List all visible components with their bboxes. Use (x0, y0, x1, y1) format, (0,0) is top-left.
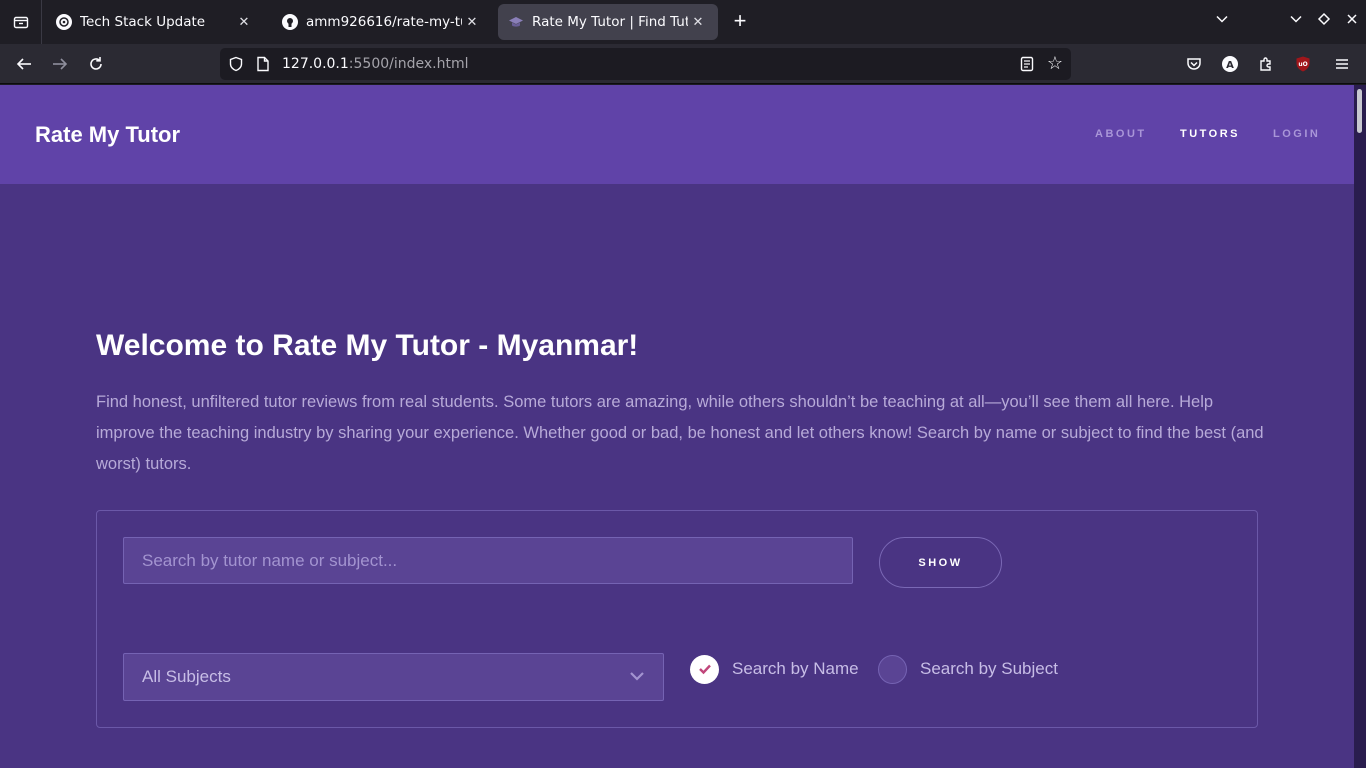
tab-title: amm926616/rate-my-tutor (306, 14, 462, 30)
close-icon[interactable]: ✕ (462, 15, 482, 30)
window-close-icon[interactable] (1342, 12, 1362, 29)
close-icon[interactable]: ✕ (234, 15, 254, 30)
tab-list-chevron-icon[interactable] (1212, 12, 1232, 29)
pocket-icon[interactable] (1182, 52, 1206, 76)
search-by-name-option[interactable]: Search by Name (690, 654, 859, 684)
search-input[interactable] (123, 537, 853, 584)
page-title: Welcome to Rate My Tutor - Myanmar! (96, 329, 639, 362)
page-scrollbar[interactable] (1354, 85, 1366, 768)
search-by-subject-label: Search by Subject (920, 659, 1058, 678)
close-icon[interactable]: ✕ (688, 15, 708, 30)
bookmark-star-icon[interactable]: ☆ (1047, 53, 1063, 74)
nav-link-about[interactable]: ABOUT (1095, 128, 1147, 140)
url-text[interactable]: 127.0.0.1:5500/index.html (282, 56, 469, 72)
checkmark-icon[interactable] (690, 654, 719, 684)
tracking-shield-icon[interactable] (228, 56, 244, 72)
search-panel: SHOW All Subjects Search by Name Search … (96, 510, 1258, 728)
search-by-name-label: Search by Name (732, 659, 859, 678)
ublock-icon[interactable]: uO (1291, 52, 1315, 76)
tab-bar: Tech Stack Update ✕ amm926616/rate-my-tu… (0, 0, 1366, 44)
extensions-puzzle-icon[interactable] (1254, 52, 1278, 76)
page-icon[interactable] (256, 56, 270, 72)
scrollbar-thumb[interactable] (1357, 89, 1362, 133)
new-tab-button[interactable]: + (728, 10, 752, 34)
forward-arrow-icon[interactable] (48, 52, 72, 76)
intro-paragraph: Find honest, unfiltered tutor reviews fr… (96, 393, 1264, 473)
subject-select[interactable]: All Subjects (123, 653, 664, 701)
maximize-icon[interactable] (1314, 12, 1334, 29)
tab-list-icon (13, 16, 28, 29)
tab-title: Tech Stack Update (80, 14, 206, 30)
web-page: Rate My Tutor ABOUT TUTORS LOGIN Welcome… (0, 85, 1354, 768)
tab-title: Rate My Tutor | Find Tutors (532, 14, 688, 30)
back-arrow-icon[interactable] (12, 52, 36, 76)
github-icon (282, 14, 298, 30)
svg-text:A: A (1226, 60, 1234, 71)
nav-link-login[interactable]: LOGIN (1273, 128, 1320, 140)
show-button[interactable]: SHOW (879, 537, 1002, 588)
reader-view-icon[interactable] (1019, 56, 1035, 72)
site-brand-logo[interactable]: Rate My Tutor (35, 122, 180, 148)
address-bar[interactable]: 127.0.0.1:5500/index.html ☆ (220, 48, 1071, 80)
openai-icon (56, 14, 72, 30)
tab-tech-stack[interactable]: Tech Stack Update ✕ (46, 4, 264, 40)
navigation-toolbar: 127.0.0.1:5500/index.html ☆ A uO (0, 44, 1366, 84)
search-by-subject-option[interactable]: Search by Subject (878, 654, 1058, 684)
radio-unchecked-icon[interactable] (878, 654, 907, 684)
tab-github[interactable]: amm926616/rate-my-tutor ✕ (272, 4, 492, 40)
url-path: :5500/index.html (348, 56, 469, 72)
subject-select-value: All Subjects (142, 667, 231, 686)
graduation-cap-icon (508, 14, 524, 30)
svg-text:uO: uO (1298, 61, 1307, 68)
tab-rate-my-tutor[interactable]: Rate My Tutor | Find Tutors ✕ (498, 4, 718, 40)
chevron-down-icon (630, 672, 644, 681)
url-host: 127.0.0.1 (282, 56, 349, 72)
nav-link-tutors[interactable]: TUTORS (1180, 128, 1240, 140)
site-header: Rate My Tutor ABOUT TUTORS LOGIN (0, 85, 1354, 184)
minimize-chevron-icon[interactable] (1286, 12, 1306, 29)
account-avatar-icon[interactable]: A (1218, 52, 1242, 76)
menu-hamburger-icon[interactable] (1330, 52, 1354, 76)
reload-icon[interactable] (84, 52, 108, 76)
tab-overview-button[interactable] (0, 0, 42, 44)
